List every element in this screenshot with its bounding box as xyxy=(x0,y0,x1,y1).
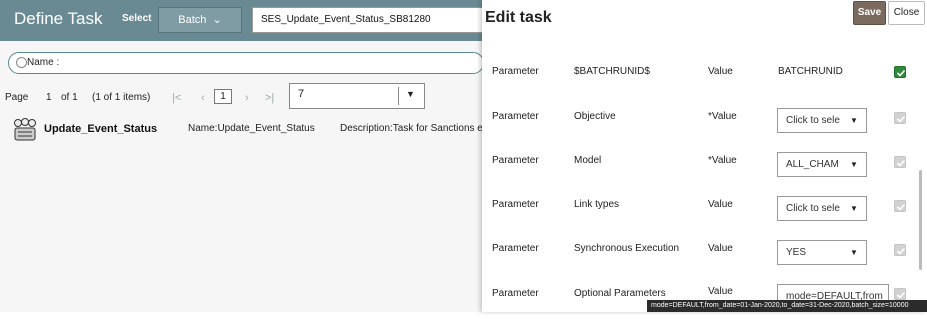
page-label: Page xyxy=(5,92,29,103)
parameter-label: Parameter xyxy=(492,199,539,210)
drawer-title: Edit task xyxy=(485,9,552,26)
model-select[interactable]: ALL_CHAM ▼ xyxy=(777,152,867,177)
parameter-name: Optional Parameters xyxy=(574,288,666,299)
value-label: Value xyxy=(708,243,733,254)
parameter-name: Objective xyxy=(574,111,616,122)
define-task-page: Define Task Select Batch ⌄ SES_Update_Ev… xyxy=(0,0,482,312)
page-count: of 1 xyxy=(61,92,78,103)
checkmark-icon xyxy=(896,291,906,299)
prev-page-icon[interactable]: ‹ xyxy=(201,92,205,104)
value-label: *Value xyxy=(708,111,737,122)
value-label: Value xyxy=(708,199,733,210)
parameter-label: Parameter xyxy=(492,243,539,254)
edit-task-drawer: Edit task Save Close Parameter $BATCHRUN… xyxy=(482,0,927,312)
parameter-row: Parameter $BATCHRUNID$ Value BATCHRUNID xyxy=(482,62,927,106)
value-label: Value xyxy=(708,286,733,297)
close-button[interactable]: Close xyxy=(888,1,925,25)
parameter-label: Parameter xyxy=(492,288,539,299)
caret-down-icon: ▼ xyxy=(850,160,858,169)
items-count: (1 of 1 items) xyxy=(92,92,151,103)
select-value: YES xyxy=(786,247,807,258)
parameter-label: Parameter xyxy=(492,66,539,77)
select-value: Click to sele xyxy=(786,203,840,214)
page-size-value: 7 xyxy=(298,88,305,100)
parameter-name: Link types xyxy=(574,199,620,210)
scrollbar[interactable] xyxy=(919,170,922,270)
search-label: Name : xyxy=(27,57,60,68)
parameter-name: Model xyxy=(574,155,602,166)
checkmark-icon xyxy=(896,247,906,255)
checkbox-disabled[interactable] xyxy=(894,200,906,212)
batch-label: Batch xyxy=(178,14,207,26)
search-input[interactable]: Name : xyxy=(8,52,482,74)
parameter-label: Parameter xyxy=(492,155,539,166)
task-name: Update_Event_Status xyxy=(44,123,158,135)
checkbox-checked[interactable] xyxy=(894,66,906,78)
header-bar: Define Task Select Batch ⌄ SES_Update_Ev… xyxy=(0,0,482,41)
page-title: Define Task xyxy=(14,9,103,28)
search-icon xyxy=(16,57,27,68)
parameter-label: Parameter xyxy=(492,111,539,122)
checkbox-disabled[interactable] xyxy=(894,244,906,256)
page-size-select[interactable]: 7 ▼ xyxy=(289,83,425,109)
synchronous-execution-select[interactable]: YES ▼ xyxy=(777,240,867,265)
select-label: Select xyxy=(122,13,152,24)
save-button[interactable]: Save xyxy=(853,1,886,25)
link-types-select[interactable]: Click to sele ▼ xyxy=(777,196,867,221)
value-label: Value xyxy=(708,66,733,77)
checkbox-disabled[interactable] xyxy=(894,112,906,124)
parameter-row: Parameter Objective *Value Click to sele… xyxy=(482,104,927,148)
batch-name-field[interactable]: SES_Update_Event_Status_SB81280 xyxy=(252,7,482,33)
parameter-row: Parameter Model *Value ALL_CHAM ▼ xyxy=(482,148,927,192)
task-name-field: Name:Update_Event_Status xyxy=(188,123,315,134)
caret-down-icon: ▼ xyxy=(850,204,858,213)
checkmark-icon xyxy=(896,115,906,123)
value-label: *Value xyxy=(708,155,737,166)
parameter-row: Parameter Synchronous Execution Value YE… xyxy=(482,236,927,280)
checkmark-icon xyxy=(896,69,906,77)
caret-down-icon: ▼ xyxy=(406,89,415,99)
objective-select[interactable]: Click to sele ▼ xyxy=(777,108,867,133)
checkmark-icon xyxy=(896,203,906,211)
task-people-icon xyxy=(14,118,36,141)
optional-parameters-tooltip: mode=DEFAULT,from_date=01-Jan-2020,to_da… xyxy=(647,300,927,312)
caret-down-icon: ▼ xyxy=(850,248,858,257)
select-value: Click to sele xyxy=(786,115,840,126)
task-description: Description:Task for Sanctions ev xyxy=(340,123,482,134)
parameter-value: BATCHRUNID xyxy=(778,66,843,77)
batch-dropdown-button[interactable]: Batch ⌄ xyxy=(158,7,242,33)
task-row[interactable]: Update_Event_Status Name:Update_Event_St… xyxy=(12,118,482,148)
checkmark-icon xyxy=(896,159,906,167)
parameter-row: Parameter Link types Value Click to sele… xyxy=(482,192,927,236)
current-page: 1 xyxy=(46,92,52,103)
first-page-icon[interactable]: |< xyxy=(172,92,181,104)
parameter-name: Synchronous Execution xyxy=(574,243,680,254)
chevron-down-icon: ⌄ xyxy=(209,14,222,26)
last-page-icon[interactable]: >| xyxy=(265,92,274,104)
checkbox-disabled[interactable] xyxy=(894,288,906,300)
caret-down-icon: ▼ xyxy=(850,116,858,125)
divider xyxy=(398,87,399,105)
parameter-name: $BATCHRUNID$ xyxy=(574,66,650,77)
checkbox-disabled[interactable] xyxy=(894,156,906,168)
next-page-icon[interactable]: › xyxy=(245,92,249,104)
page-number-input[interactable]: 1 xyxy=(214,89,232,104)
select-value: ALL_CHAM xyxy=(786,159,839,170)
